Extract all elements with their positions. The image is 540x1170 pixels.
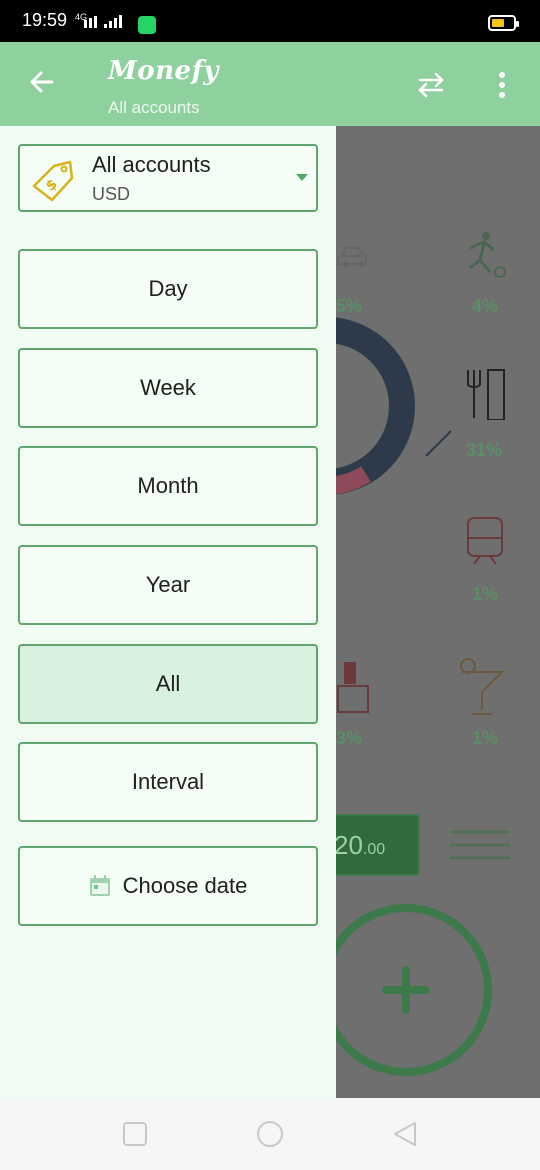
groceries-icon xyxy=(337,662,369,713)
period-week-button[interactable]: Week xyxy=(18,348,318,428)
percent-drinks: 1% xyxy=(472,728,499,748)
period-month-button[interactable]: Month xyxy=(18,446,318,526)
status-bar: 19:59 4G xyxy=(0,0,540,42)
period-day-button[interactable]: Day xyxy=(18,249,318,329)
app-logo: Monefy xyxy=(108,56,219,86)
percent-food: 31% xyxy=(466,440,503,460)
account-currency: USD xyxy=(92,184,131,204)
percent-sports: 4% xyxy=(472,296,499,316)
more-vertical-icon[interactable] xyxy=(498,72,506,98)
sports-icon xyxy=(469,232,506,278)
food-icon xyxy=(467,369,505,420)
back-triangle-icon[interactable] xyxy=(391,1120,419,1148)
arrow-left-icon[interactable] xyxy=(28,68,56,96)
period-interval-button[interactable]: Interval xyxy=(18,742,318,822)
caret-down-icon xyxy=(296,174,308,181)
balance-amount: 20 xyxy=(336,830,363,860)
cocktail-icon xyxy=(460,658,505,715)
signal-icon xyxy=(84,15,122,28)
car-icon xyxy=(337,247,367,267)
period-year-button[interactable]: Year xyxy=(18,545,318,625)
percent-groceries: 3% xyxy=(336,728,363,748)
menu-lines-icon[interactable] xyxy=(450,830,510,860)
main-content-dimmed: 5% 4% 31% 1% 3% 1% 20.00 xyxy=(336,126,540,1098)
app-subtitle: All accounts xyxy=(108,98,200,117)
percent-car: 5% xyxy=(336,296,363,316)
train-icon xyxy=(467,517,503,565)
recents-square-icon[interactable] xyxy=(121,1120,149,1148)
battery-icon xyxy=(488,15,519,31)
calendar-icon xyxy=(89,875,110,896)
choose-date-label: Choose date xyxy=(122,873,248,898)
balance-cents: .00 xyxy=(362,841,386,858)
percent-transport: 1% xyxy=(472,584,499,604)
system-nav-bar xyxy=(0,1098,540,1170)
balance-button[interactable]: 20.00 xyxy=(336,814,420,876)
swap-arrows-icon[interactable] xyxy=(416,70,446,100)
status-time: 19:59 xyxy=(22,10,68,30)
price-tag-dollar-icon: $ xyxy=(32,160,74,202)
choose-date-button[interactable]: Choose date xyxy=(18,846,318,926)
period-all-button[interactable]: All xyxy=(18,644,318,724)
add-expense-button[interactable] xyxy=(336,896,496,1082)
period-drawer: $ All accounts USD Day Week Month Year A… xyxy=(0,126,336,1098)
account-selector[interactable]: $ All accounts USD xyxy=(18,144,318,212)
whatsapp-icon xyxy=(138,16,156,34)
home-circle-icon[interactable] xyxy=(256,1120,284,1148)
app-bar: Monefy All accounts xyxy=(0,42,540,126)
account-name: All accounts xyxy=(92,152,211,177)
